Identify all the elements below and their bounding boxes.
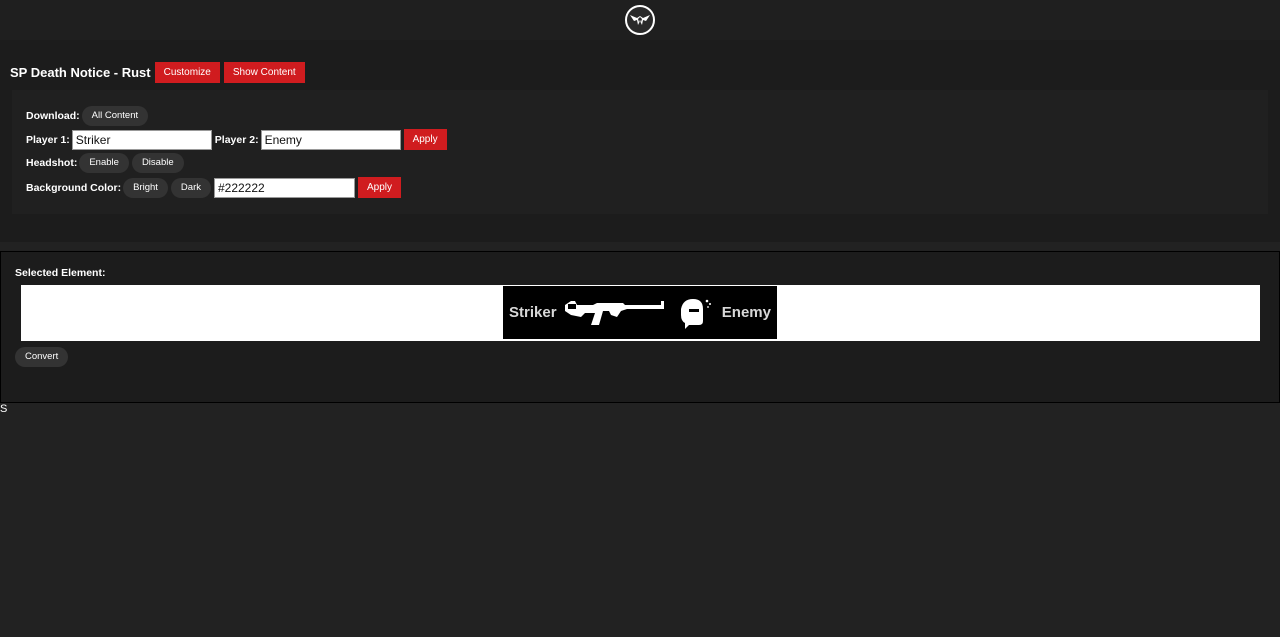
headshot-enable-button[interactable]: Enable: [79, 153, 129, 173]
download-label: Download:: [26, 110, 80, 122]
settings-box: Download: All Content Player 1: Player 2…: [12, 90, 1268, 214]
preview-strip: Striker Enemy: [21, 285, 1260, 341]
headshot-helmet-icon: [681, 298, 712, 329]
all-content-button[interactable]: All Content: [81, 106, 149, 126]
top-bar: [0, 0, 1280, 40]
selected-element-panel: Selected Element: Striker Enemy Convert: [0, 251, 1280, 403]
killer-name: Striker: [509, 304, 557, 321]
winged-m-logo-icon[interactable]: [625, 5, 655, 35]
customize-button[interactable]: Customize: [154, 62, 220, 83]
headshot-disable-button[interactable]: Disable: [131, 153, 184, 173]
selected-element-label: Selected Element:: [15, 267, 106, 279]
players-row: Player 1: Player 2: Apply: [26, 129, 447, 150]
download-row: Download: All Content: [26, 106, 151, 126]
death-notice-preview[interactable]: Striker Enemy: [503, 286, 777, 339]
stray-text: S: [0, 403, 8, 415]
player1-input[interactable]: [71, 129, 212, 150]
victim-name: Enemy: [721, 304, 771, 321]
header-panel: SP Death Notice - Rust Customize Show Co…: [0, 40, 1280, 242]
headshot-row: Headshot: Enable Disable: [26, 153, 187, 173]
assault-rifle-icon: [564, 300, 664, 325]
apply-bg-button[interactable]: Apply: [357, 177, 401, 198]
apply-players-button[interactable]: Apply: [403, 129, 447, 150]
bg-dark-button[interactable]: Dark: [170, 177, 211, 198]
player2-label: Player 2:: [214, 133, 259, 146]
background-color-row: Background Color: Bright Dark Apply: [26, 177, 401, 198]
convert-button[interactable]: Convert: [15, 347, 69, 367]
player2-input[interactable]: [260, 129, 401, 150]
player1-label: Player 1:: [26, 133, 70, 146]
bg-bright-button[interactable]: Bright: [123, 177, 168, 198]
title-row: SP Death Notice - Rust Customize Show Co…: [10, 62, 305, 83]
show-content-button[interactable]: Show Content: [223, 62, 305, 83]
bg-color-input[interactable]: [213, 177, 355, 198]
headshot-label: Headshot:: [26, 157, 78, 169]
bg-color-label: Background Color:: [26, 181, 122, 194]
page-title: SP Death Notice - Rust: [10, 65, 151, 80]
